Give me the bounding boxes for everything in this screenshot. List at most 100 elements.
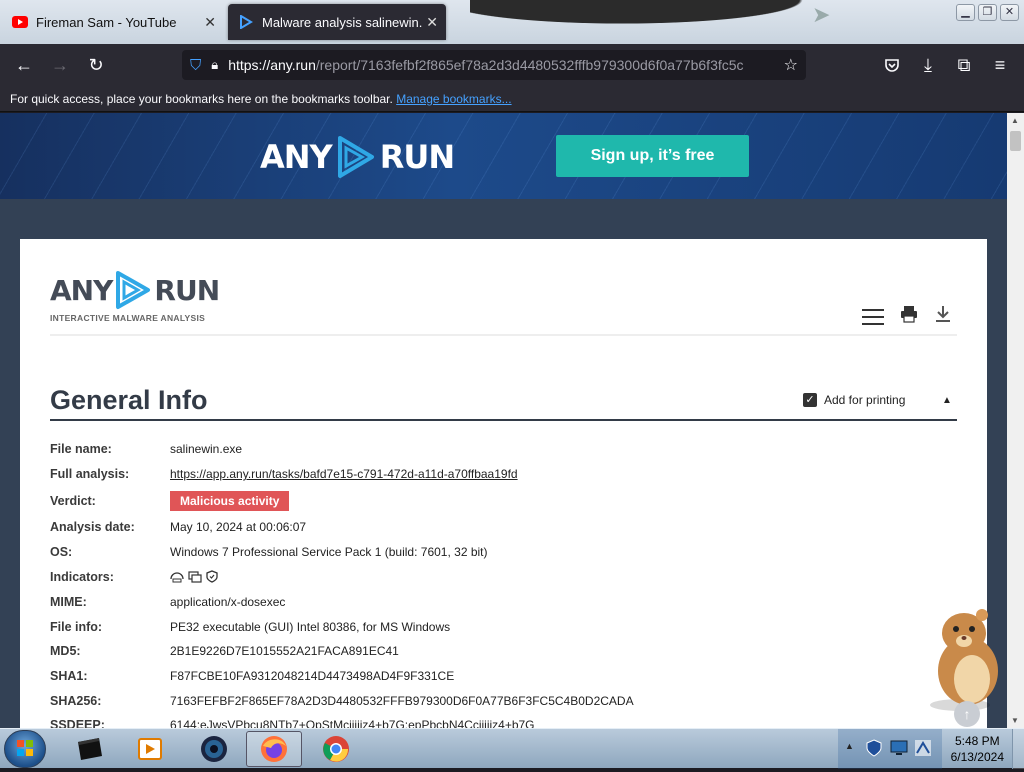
field-value: May 10, 2024 at 00:06:07 — [170, 520, 307, 534]
header-divider — [50, 334, 957, 336]
manage-bookmarks-link[interactable]: Manage bookmarks... — [396, 92, 511, 106]
tray-monitor-icon[interactable] — [890, 740, 908, 761]
start-button[interactable] — [4, 730, 46, 768]
scroll-up-arrow-icon[interactable]: ▲ — [1011, 116, 1019, 125]
dark-globe-app-icon — [201, 736, 227, 762]
add-for-printing-checkbox[interactable]: ✓ Add for printing — [803, 393, 905, 407]
field-analysis-date: Analysis date: May 10, 2024 at 00:06:07 — [50, 520, 950, 540]
network-indicator-icon[interactable] — [170, 571, 184, 583]
field-verdict: Verdict: Malicious activity — [50, 491, 950, 514]
windows-indicator-icon[interactable] — [188, 570, 202, 583]
field-value: PE32 executable (GUI) Intel 80386, for M… — [170, 620, 451, 634]
field-label: MD5: — [50, 644, 81, 658]
field-label: MIME: — [50, 595, 87, 609]
download-icon[interactable] — [935, 305, 951, 328]
scroll-to-top-button[interactable]: ↑ — [954, 701, 980, 727]
tray-expand-icon[interactable]: ▲ — [845, 741, 854, 751]
pocket-icon[interactable] — [880, 53, 904, 77]
paper-plane-icon: ➤ — [812, 2, 831, 27]
bookmark-star-icon[interactable]: ☆ — [779, 55, 798, 75]
field-value: salinewin.exe — [170, 442, 243, 456]
extensions-icon[interactable]: ⧉ — [952, 53, 976, 77]
field-value: application/x-dosexec — [170, 595, 286, 609]
restore-button[interactable]: ❐ — [978, 4, 997, 21]
section-title: General Info — [50, 385, 208, 415]
scroll-down-arrow-icon[interactable]: ▼ — [1011, 716, 1019, 725]
play-logo-icon — [116, 271, 151, 309]
url-path: /report/7163fefbf2f865ef78a2d3d4480532ff… — [315, 57, 744, 73]
field-file-info: File info: PE32 executable (GUI) Intel 8… — [50, 620, 950, 640]
indicator-icons — [170, 570, 218, 583]
report-card: ANY RUN INTERACTIVE MALWARE ANALYSIS Gen… — [20, 239, 987, 728]
field-label: SHA1: — [50, 669, 88, 683]
tray-shield-icon[interactable] — [866, 739, 882, 762]
field-label: SSDEEP: — [50, 718, 105, 728]
taskbar: ▲ 5:48 PM 6/13/2024 — [0, 728, 1024, 769]
bookmarks-hint: For quick access, place your bookmarks h… — [10, 92, 393, 106]
url-bar[interactable]: ⛉ 🔒︎ https://any.run/report/7163fefbf2f8… — [182, 50, 806, 80]
field-label: Verdict: — [50, 494, 96, 508]
scrollbar-thumb[interactable] — [1010, 131, 1021, 151]
field-ssdeep: SSDEEP: 6144:eJwsVPbcu8NTb7+OpStMciiiiiz… — [50, 718, 950, 728]
collapse-caret-icon[interactable]: ▲ — [942, 395, 952, 406]
banner-logo[interactable]: ANY RUN — [260, 133, 455, 181]
tab-anyrun[interactable]: Malware analysis salinewin.exe ✕ — [228, 4, 446, 40]
media-player-icon — [138, 738, 162, 760]
field-os: OS: Windows 7 Professional Service Pack … — [50, 545, 950, 565]
add-for-printing-label: Add for printing — [824, 393, 906, 407]
logo-tagline: INTERACTIVE MALWARE ANALYSIS — [50, 313, 206, 323]
field-sha1: SHA1: F87FCBE10FA9312048214D4473498AD4F9… — [50, 669, 950, 689]
field-full-analysis: Full analysis: https://app.any.run/tasks… — [50, 467, 950, 487]
field-mime: MIME: application/x-dosexec — [50, 595, 950, 615]
field-label: SHA256: — [50, 694, 102, 708]
lock-icon[interactable]: 🔒︎ — [211, 57, 218, 73]
tab-youtube[interactable]: Fireman Sam - YouTube ✕ — [2, 4, 224, 40]
report-logo-right: RUN — [154, 273, 220, 307]
field-md5: MD5: 2B1E9226D7E1015552A21FACA891EC41 — [50, 644, 950, 664]
taskbar-app-firefox[interactable] — [246, 731, 302, 767]
tab-title: Fireman Sam - YouTube — [36, 14, 177, 30]
firefox-icon — [261, 736, 287, 762]
hamburger-menu-icon[interactable] — [862, 309, 884, 325]
menu-icon[interactable]: ≡ — [988, 53, 1012, 77]
field-label: Analysis date: — [50, 520, 135, 534]
field-label: OS: — [50, 545, 73, 559]
close-tab-icon[interactable]: ✕ — [204, 14, 216, 31]
shield-icon[interactable]: ⛉ — [190, 57, 201, 74]
taskbar-app-terminal[interactable] — [62, 731, 118, 767]
banner-logo-left: ANY — [260, 138, 333, 176]
url-host: https://any.run — [228, 57, 316, 73]
close-window-button[interactable]: ✕ — [1000, 4, 1019, 21]
back-arrow-icon[interactable]: ← — [12, 53, 36, 77]
hamster-desktop-pet[interactable] — [920, 605, 1007, 715]
banner-logo-right: RUN — [379, 138, 455, 176]
full-analysis-link[interactable]: https://app.any.run/tasks/bafd7e15-c791-… — [170, 467, 518, 481]
signup-button[interactable]: Sign up, it’s free — [556, 135, 749, 177]
downloads-icon[interactable]: ⤓ — [916, 53, 940, 77]
tray-network-icon[interactable] — [914, 739, 932, 762]
forward-arrow-icon[interactable]: → — [48, 53, 72, 77]
field-value: F87FCBE10FA9312048214D4473498AD4F9F331CE — [170, 669, 455, 683]
taskbar-app-media-player[interactable] — [122, 731, 178, 767]
bookmarks-toolbar: For quick access, place your bookmarks h… — [0, 86, 1024, 112]
field-value: 2B1E9226D7E1015552A21FACA891EC41 — [170, 644, 399, 658]
field-sha256: SHA256: 7163FEFBF2F865EF78A2D3D4480532FF… — [50, 694, 950, 714]
reload-icon[interactable]: ↻ — [84, 53, 108, 77]
field-value: 6144:eJwsVPbcu8NTb7+OpStMciiiiiz4+b7G:ep… — [170, 718, 535, 728]
print-icon[interactable] — [900, 305, 918, 328]
minimize-button[interactable]: ▁ — [956, 4, 975, 21]
taskbar-app-chrome[interactable] — [308, 731, 364, 767]
checkbox-checked-icon[interactable]: ✓ — [803, 393, 817, 407]
taskbar-app-bonzi[interactable] — [186, 731, 242, 767]
clock[interactable]: 5:48 PM 6/13/2024 — [951, 733, 1004, 765]
field-label: File info: — [50, 620, 103, 634]
field-label: Full analysis: — [50, 467, 130, 481]
field-indicators: Indicators: — [50, 570, 950, 590]
shield-indicator-icon[interactable] — [206, 570, 218, 583]
show-desktop-button[interactable] — [1012, 729, 1024, 769]
close-tab-icon[interactable]: ✕ — [426, 14, 438, 31]
page-scrollbar[interactable]: ▲ ▼ — [1007, 113, 1024, 728]
terminal-app-icon — [78, 738, 102, 760]
verdict-badge: Malicious activity — [170, 491, 290, 511]
field-label: File name: — [50, 442, 112, 456]
